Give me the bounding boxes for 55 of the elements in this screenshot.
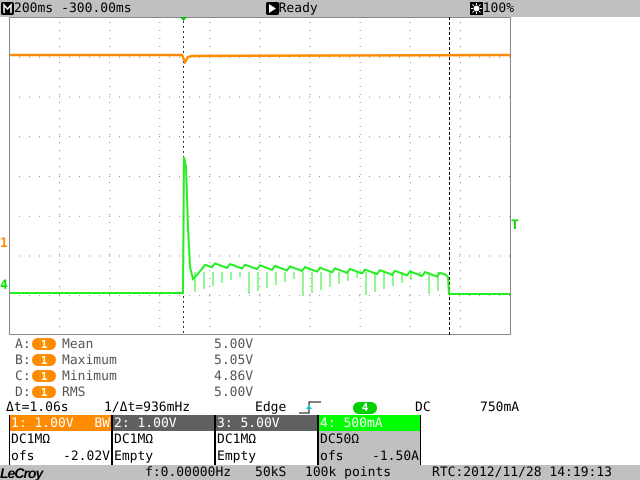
brightness-icon — [470, 2, 483, 15]
channel-offset: -1.50A — [372, 450, 419, 464]
channel-panel[interactable]: 3: 5.00V DC1MΩ Empty — [215, 415, 318, 466]
channel-offset: -2.02V — [63, 450, 110, 464]
real-time-clock: RTC:2012/11/28 14:19:13 — [432, 466, 612, 479]
acquisition-status: Ready — [278, 2, 318, 15]
measurement-name: Mean — [62, 338, 94, 351]
rising-edge-icon — [299, 401, 323, 414]
delay: -300.00ms — [61, 2, 132, 15]
channel-coupling: DC1MΩ — [113, 431, 154, 448]
record-length: 100k points — [305, 466, 392, 479]
trigger-level-marker: T — [511, 218, 519, 232]
channel-offset-label: ofs — [320, 450, 344, 464]
trigger-level: 750mA — [480, 401, 520, 414]
channel-marker: 4 — [0, 278, 8, 292]
channel-coupling: DC50Ω — [319, 431, 360, 448]
sample-rate: 50kS — [255, 466, 288, 479]
measurement-value: 5.00V — [214, 338, 254, 351]
measurement-value: 4.86V — [214, 370, 254, 383]
channel-coupling: DC1MΩ — [216, 431, 258, 448]
measurement-name: RMS — [62, 386, 86, 399]
intensity: 100% — [482, 2, 514, 15]
timebase: 200ms — [14, 2, 54, 15]
trigger-source-pill: 4 — [353, 402, 377, 414]
channel-pill: 1 — [32, 386, 56, 398]
channel-coupling: DC1MΩ — [10, 431, 52, 448]
channel-pill: 1 — [32, 370, 56, 382]
channel-marker: 1 — [0, 236, 8, 250]
bandwidth-limit: BW — [94, 416, 110, 430]
measurement-name: Maximum — [62, 354, 118, 367]
channel-offset-label: Empty — [217, 450, 256, 464]
play-icon — [266, 2, 279, 15]
delta-time: Δt=1.06s — [6, 401, 70, 414]
measurement-value: 5.00V — [214, 386, 254, 399]
channel-panel[interactable]: 1: 1.00V BW DC1MΩ ofs -2.02V — [9, 415, 112, 466]
trigger-type: Edge — [255, 401, 288, 414]
measurement-name: Minimum — [62, 370, 118, 383]
frequency: f:0.00000Hz — [145, 466, 232, 479]
inverse-delta-time: 1/Δt=936mHz — [104, 401, 192, 414]
channel-header: 4: 500mA — [319, 415, 420, 432]
measurement-slot: C: — [15, 370, 32, 383]
channel-offset-label: ofs — [11, 450, 34, 464]
channel-pill: 1 — [32, 338, 56, 350]
trigger-coupling: DC — [415, 401, 432, 414]
measurement-value: 5.05V — [214, 354, 254, 367]
measurement-slot: B: — [15, 354, 32, 367]
channel-header: 1: 1.00V BW — [10, 415, 111, 432]
timebase-icon — [1, 2, 14, 15]
channel-header: 3: 5.00V — [216, 415, 317, 432]
channel-header: 2: 1.00V — [113, 415, 214, 432]
measurement-slot: D: — [15, 386, 32, 399]
channel-panel[interactable]: 4: 500mA DC50Ω ofs -1.50A — [318, 415, 421, 466]
channel-offset-label: Empty — [114, 450, 154, 464]
channel-pill: 1 — [32, 354, 56, 366]
measurement-slot: A: — [15, 338, 32, 351]
